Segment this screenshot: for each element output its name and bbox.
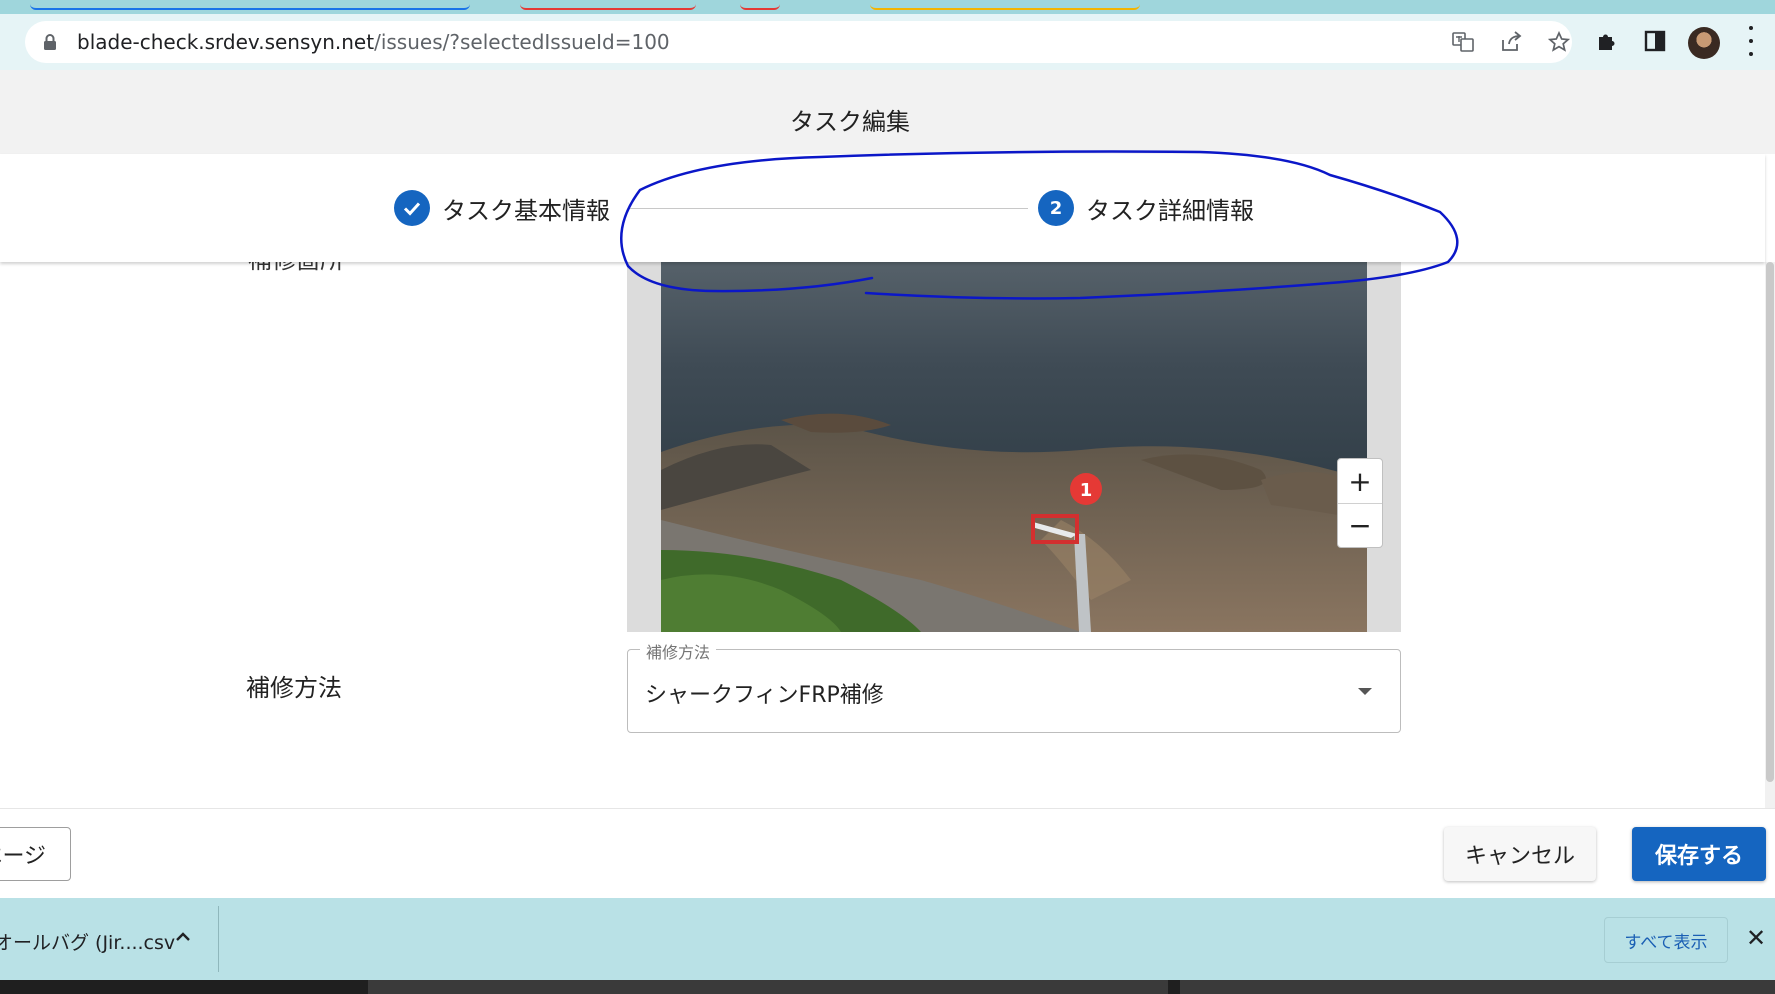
dropdown-arrow-icon[interactable] — [1358, 688, 1372, 695]
select-legend: 補修方法 — [640, 639, 717, 663]
url-text[interactable]: blade-check.srdev.sensyn.net/issues/?sel… — [77, 31, 670, 53]
share-icon[interactable] — [1499, 30, 1523, 54]
cancel-button[interactable]: キャンセル — [1444, 827, 1596, 881]
inspection-photo[interactable]: 1 — [661, 262, 1367, 632]
stepper: タスク基本情報 2 タスク詳細情報 — [0, 154, 1765, 262]
dialog-header: タスク編集 — [0, 70, 1775, 154]
issue-marker[interactable]: 1 — [1080, 480, 1093, 501]
step-label: タスク詳細情報 — [1086, 196, 1254, 225]
translate-icon[interactable] — [1451, 30, 1475, 54]
browser-menu-icon[interactable] — [1746, 26, 1756, 56]
chevron-up-icon[interactable] — [172, 926, 194, 948]
save-button[interactable]: 保存する — [1632, 827, 1766, 881]
download-shelf: オールバグ (Jir....csv すべて表示 ✕ — [0, 898, 1775, 980]
step-basic-info[interactable]: タスク基本情報 — [394, 190, 610, 226]
browser-tab[interactable] — [740, 0, 780, 10]
zoom-in-button[interactable]: + — [1338, 459, 1382, 503]
browser-tab[interactable] — [520, 0, 696, 10]
repair-method-select[interactable]: 補修方法 シャークフィンFRP補修 — [627, 639, 1401, 733]
browser-tab[interactable] — [870, 0, 1140, 10]
side-panel-icon[interactable] — [1642, 28, 1668, 54]
url-host: blade-check.srdev.sensyn.net — [77, 30, 375, 54]
step-connector — [628, 208, 1028, 209]
divider — [218, 906, 219, 972]
step-number: 2 — [1038, 190, 1074, 226]
close-icon[interactable]: ✕ — [1744, 926, 1768, 950]
browser-tab-strip — [0, 0, 1775, 14]
dialog-footer: ページ キャンセル 保存する — [0, 808, 1775, 898]
repair-method-label: 補修方法 — [246, 674, 342, 702]
content-scrollbar[interactable] — [1765, 262, 1775, 808]
step-label: タスク基本情報 — [442, 196, 610, 225]
previous-page-button[interactable]: ページ — [0, 827, 71, 881]
browser-toolbar: blade-check.srdev.sensyn.net/issues/?sel… — [0, 14, 1775, 70]
address-bar[interactable]: blade-check.srdev.sensyn.net/issues/?sel… — [25, 21, 1572, 63]
check-icon — [394, 190, 430, 226]
url-path: /issues/?selectedIssueId=100 — [374, 30, 670, 54]
lock-icon — [44, 34, 56, 50]
show-all-downloads-button[interactable]: すべて表示 — [1604, 917, 1728, 963]
image-viewer[interactable]: 1 + − — [627, 262, 1401, 632]
repair-location-label: 補修箇所 — [248, 262, 344, 275]
zoom-out-button[interactable]: − — [1338, 503, 1382, 547]
zoom-control: + − — [1337, 458, 1383, 548]
bookmark-star-icon[interactable] — [1547, 30, 1571, 54]
dialog-title: タスク編集 — [790, 108, 910, 136]
profile-avatar[interactable] — [1688, 27, 1720, 59]
form-content: 補修箇所 — [0, 262, 1765, 808]
browser-tab[interactable] — [30, 0, 470, 10]
os-taskbar — [0, 980, 1775, 994]
extensions-icon[interactable] — [1594, 28, 1620, 54]
select-value: シャークフィンFRP補修 — [645, 683, 884, 708]
download-file-name[interactable]: オールバグ (Jir....csv — [0, 928, 175, 955]
step-detail-info[interactable]: 2 タスク詳細情報 — [1038, 190, 1254, 226]
